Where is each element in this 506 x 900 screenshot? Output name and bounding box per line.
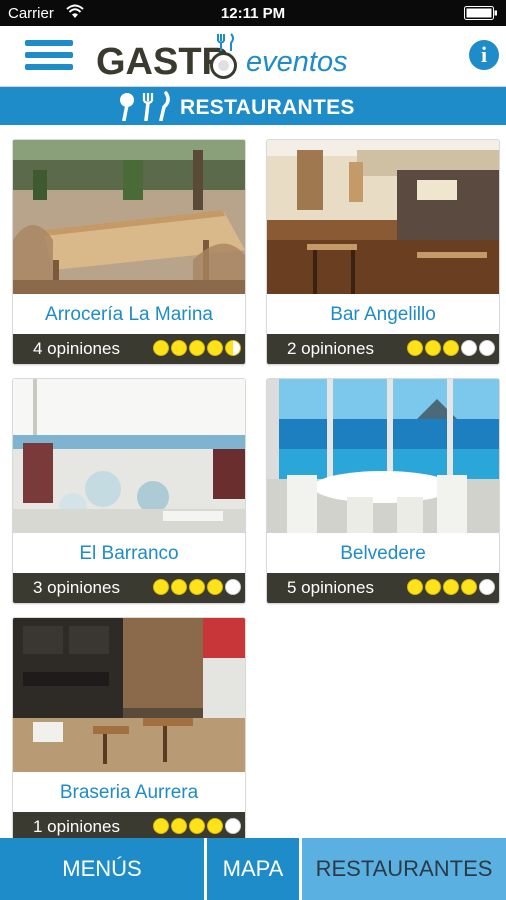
restaurant-name: Bar Angelillo <box>330 304 436 325</box>
rating-dot-icon <box>225 579 241 595</box>
opinions-count: 3 opiniones <box>33 578 120 597</box>
restaurant-meta: 3 opiniones <box>13 573 245 603</box>
restaurant-name: Arrocería La Marina <box>45 304 213 325</box>
restaurant-card[interactable]: Arrocería La Marina 4 opiniones <box>12 139 246 365</box>
tab-restaurantes[interactable]: RESTAURANTES <box>302 838 506 900</box>
rating-dot-icon <box>443 579 459 595</box>
clock: 12:11 PM <box>220 5 286 22</box>
rating-dot-icon <box>189 340 205 356</box>
status-bar: Carrier 12:11 PM <box>0 0 506 26</box>
restaurant-photo <box>13 618 245 772</box>
restaurant-name: El Barranco <box>79 543 179 564</box>
rating-dots <box>153 818 241 836</box>
rating-dots <box>153 340 241 358</box>
info-icon[interactable]: i <box>469 40 499 70</box>
logo-plate-icon <box>210 52 237 79</box>
section-header: RESTAURANTES <box>0 87 506 125</box>
gastroeventos-logo: GASTR eventos <box>96 33 356 83</box>
restaurant-meta: 5 opiniones <box>267 573 499 603</box>
rating-dots <box>153 579 241 597</box>
restaurant-meta: 2 opiniones <box>267 334 499 364</box>
opinions-count: 2 opiniones <box>287 339 374 358</box>
rating-dot-icon <box>153 340 169 356</box>
rating-dot-icon <box>443 340 459 356</box>
logo-eventos-text: eventos <box>246 46 348 78</box>
tab-menus[interactable]: MENÚS <box>0 838 204 900</box>
rating-dot-icon <box>425 579 441 595</box>
logo-gastro-text: GASTR <box>96 41 229 83</box>
bottom-tab-bar: MENÚS MAPA RESTAURANTES <box>0 838 506 900</box>
restaurant-grid: Arrocería La Marina 4 opiniones Bar Ange… <box>0 125 506 838</box>
rating-dot-icon <box>207 818 223 834</box>
rating-dot-icon <box>171 818 187 834</box>
rating-dot-icon <box>461 340 477 356</box>
battery-icon <box>464 6 497 20</box>
section-title: RESTAURANTES <box>180 96 355 119</box>
restaurant-card[interactable]: Bar Angelillo 2 opiniones <box>266 139 500 365</box>
rating-dot-icon <box>189 579 205 595</box>
rating-dot-icon <box>425 340 441 356</box>
rating-dot-icon <box>189 818 205 834</box>
rating-dot-icon <box>461 579 477 595</box>
restaurant-card[interactable]: El Barranco 3 opiniones <box>12 378 246 604</box>
menu-hamburger-icon[interactable] <box>25 40 73 74</box>
rating-dot-icon <box>479 579 495 595</box>
logo-cutlery-icon <box>217 33 234 51</box>
rating-dot-icon <box>207 340 223 356</box>
restaurant-card[interactable]: Belvedere 5 opiniones <box>266 378 500 604</box>
opinions-count: 5 opiniones <box>287 578 374 597</box>
restaurant-card[interactable]: Braseria Aurrera 1 opiniones <box>12 617 246 838</box>
rating-dot-icon <box>171 340 187 356</box>
opinions-count: 1 opiniones <box>33 817 120 836</box>
restaurant-photo <box>267 140 499 294</box>
restaurant-photo <box>13 379 245 533</box>
rating-dot-icon <box>153 818 169 834</box>
tab-mapa[interactable]: MAPA <box>207 838 299 900</box>
restaurant-photo <box>267 379 499 533</box>
cutlery-icon <box>120 91 170 121</box>
rating-dots <box>407 340 495 358</box>
rating-dot-icon <box>207 579 223 595</box>
app-header: GASTR eventos i <box>0 26 506 87</box>
restaurant-meta: 4 opiniones <box>13 334 245 364</box>
restaurant-meta: 1 opiniones <box>13 812 245 838</box>
rating-dot-icon <box>171 579 187 595</box>
opinions-count: 4 opiniones <box>33 339 120 358</box>
rating-dot-icon <box>153 579 169 595</box>
rating-dot-icon <box>479 340 495 356</box>
restaurant-name: Belvedere <box>340 543 426 564</box>
rating-dots <box>407 579 495 597</box>
rating-dot-icon <box>225 340 241 356</box>
restaurant-photo <box>13 140 245 294</box>
rating-dot-icon <box>407 579 423 595</box>
rating-dot-icon <box>407 340 423 356</box>
rating-dot-icon <box>225 818 241 834</box>
restaurant-name: Braseria Aurrera <box>59 782 199 803</box>
